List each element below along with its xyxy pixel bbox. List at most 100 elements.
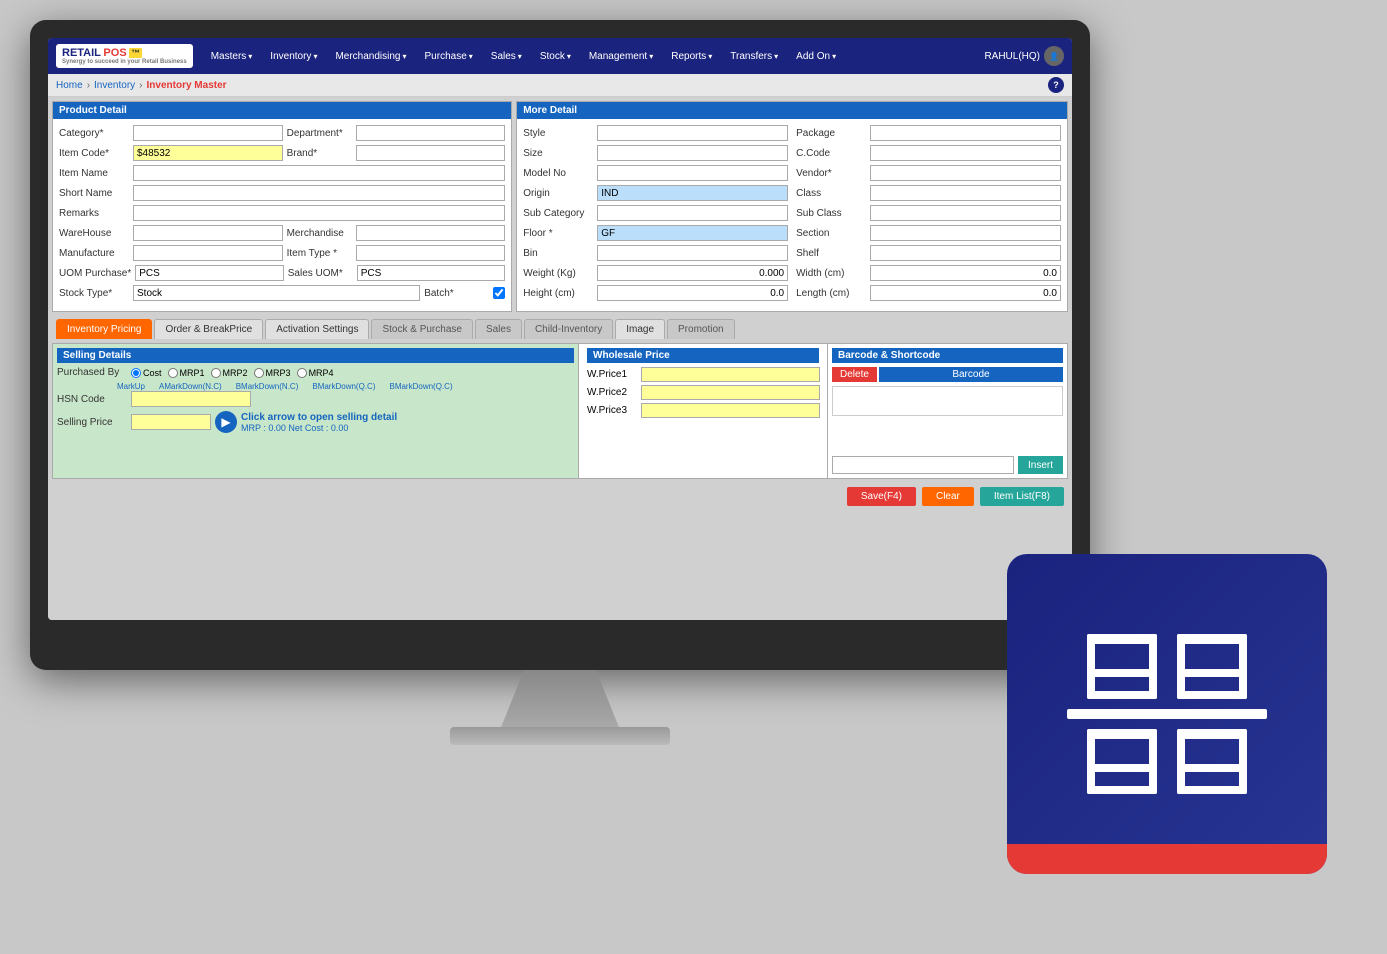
nav-item-stock[interactable]: Stock ▾ [532,47,579,66]
markup-labels-row: MarkUp AMarkDown(N.C) BMarkDown(N.C) BMa… [117,382,574,391]
item-code-input[interactable] [133,145,283,161]
tab-promotion[interactable]: Promotion [667,319,735,339]
bin-input[interactable] [597,245,788,261]
hsn-code-input[interactable] [131,391,251,407]
length-input[interactable] [870,285,1061,301]
nav-item-merchandising[interactable]: Merchandising ▾ [327,47,414,66]
more-detail-panel: More Detail Style [516,101,1068,312]
vendor-input[interactable] [870,165,1061,181]
sub-class-label: Sub Class [796,208,866,219]
clear-button[interactable]: Clear [922,487,974,506]
c-code-label: C.Code [796,148,866,159]
barcode-text-input[interactable] [832,456,1014,474]
nav-item-masters[interactable]: Masters ▾ [203,47,261,66]
package-input[interactable] [870,125,1061,141]
user-info: RAHUL(HQ) 👤 [984,46,1064,66]
barcode-delete-button[interactable]: Delete [832,367,877,382]
item-type-input[interactable] [356,245,506,261]
selling-detail-text-block: Click arrow to open selling detail MRP :… [241,412,397,433]
nav-item-inventory[interactable]: Inventory ▾ [262,47,325,66]
section-input[interactable] [870,225,1061,241]
product-detail-header: Product Detail [53,102,511,119]
weight-input[interactable] [597,265,788,281]
radio-mrp3[interactable]: MRP3 [254,368,291,378]
save-button[interactable]: Save(F4) [847,487,916,506]
open-selling-detail-button[interactable]: ▶ [215,411,237,433]
stock-type-row: Stock Type* Batch* [59,285,505,301]
product-detail-body: Category* Department* Item Code* Brand* [53,119,511,311]
tab-activation-settings[interactable]: Activation Settings [265,319,369,339]
inventory-arrow-icon: ▾ [313,52,317,61]
markup-label-1: MarkUp [117,382,145,391]
wprice1-row: W.Price1 [587,367,819,382]
short-name-input[interactable] [133,185,505,201]
selling-details-panel: Selling Details Purchased By Cost MRP1 [53,344,579,478]
nav-item-addon[interactable]: Add On ▾ [788,47,844,66]
sales-uom-input[interactable] [357,265,505,281]
floor-row: Floor * [523,225,788,241]
item-code-row: Item Code* Brand* [59,145,505,161]
uom-purchase-input[interactable] [135,265,283,281]
tab-image[interactable]: Image [615,319,665,339]
radio-mrp4[interactable]: MRP4 [297,368,334,378]
item-name-label: Item Name [59,168,129,179]
tab-child-inventory[interactable]: Child-Inventory [524,319,613,339]
nav-item-reports[interactable]: Reports ▾ [663,47,720,66]
monitor-shell: RETAIL POS ™ Synergy to succeed in your … [30,20,1090,670]
tabs-bar: Inventory Pricing Order & BreakPrice Act… [52,316,1068,339]
selling-price-input[interactable] [131,414,211,430]
radio-cost[interactable]: Cost [131,368,162,378]
nav-item-transfers[interactable]: Transfers ▾ [722,47,786,66]
stock-type-input[interactable] [133,285,420,301]
breadcrumb-inventory[interactable]: Inventory [94,80,135,91]
style-input[interactable] [597,125,788,141]
panels-row-top: Product Detail Category* Department* Ite [52,101,1068,312]
item-name-input[interactable] [133,165,505,181]
department-input[interactable] [356,125,506,141]
logo-badge: ™ [129,48,142,58]
sub-class-input[interactable] [870,205,1061,221]
help-icon[interactable]: ? [1048,77,1064,93]
wprice2-input[interactable] [641,385,820,400]
nav-item-management[interactable]: Management ▾ [581,47,661,66]
floor-input[interactable] [597,225,788,241]
wprice3-input[interactable] [641,403,820,418]
tab-inventory-pricing[interactable]: Inventory Pricing [56,319,152,339]
purchase-arrow-icon: ▾ [469,52,473,61]
model-no-input[interactable] [597,165,788,181]
nav-item-sales[interactable]: Sales ▾ [483,47,530,66]
breadcrumb-home[interactable]: Home [56,80,83,91]
origin-input[interactable] [597,185,788,201]
item-list-button[interactable]: Item List(F8) [980,487,1064,506]
tab-order-breakprice[interactable]: Order & BreakPrice [154,319,263,339]
tab-sales[interactable]: Sales [475,319,522,339]
c-code-input[interactable] [870,145,1061,161]
sub-category-input[interactable] [597,205,788,221]
purchased-by-radio-group: Cost MRP1 MRP2 MRP3 [131,368,334,378]
size-input[interactable] [597,145,788,161]
remarks-input[interactable] [133,205,505,221]
manufacture-input[interactable] [133,245,283,261]
app-logo: RETAIL POS ™ Synergy to succeed in your … [56,44,193,68]
merchandise-input[interactable] [356,225,506,241]
barcode-insert-button[interactable]: Insert [1018,456,1063,474]
reports-arrow-icon: ▾ [708,52,712,61]
category-row: Category* Department* [59,125,505,141]
batch-checkbox[interactable] [493,287,505,299]
radio-mrp1[interactable]: MRP1 [168,368,205,378]
wprice1-input[interactable] [641,367,820,382]
height-input[interactable] [597,285,788,301]
weight-row: Weight (Kg) [523,265,788,281]
shelf-input[interactable] [870,245,1061,261]
width-input[interactable] [870,265,1061,281]
radio-mrp2[interactable]: MRP2 [211,368,248,378]
origin-row: Origin [523,185,788,201]
warehouse-input[interactable] [133,225,283,241]
nav-item-purchase[interactable]: Purchase ▾ [417,47,481,66]
brand-input[interactable] [356,145,506,161]
manufacture-label: Manufacture [59,248,129,259]
class-input[interactable] [870,185,1061,201]
category-input[interactable] [133,125,283,141]
tab-stock-purchase[interactable]: Stock & Purchase [371,319,472,339]
bin-label: Bin [523,248,593,259]
